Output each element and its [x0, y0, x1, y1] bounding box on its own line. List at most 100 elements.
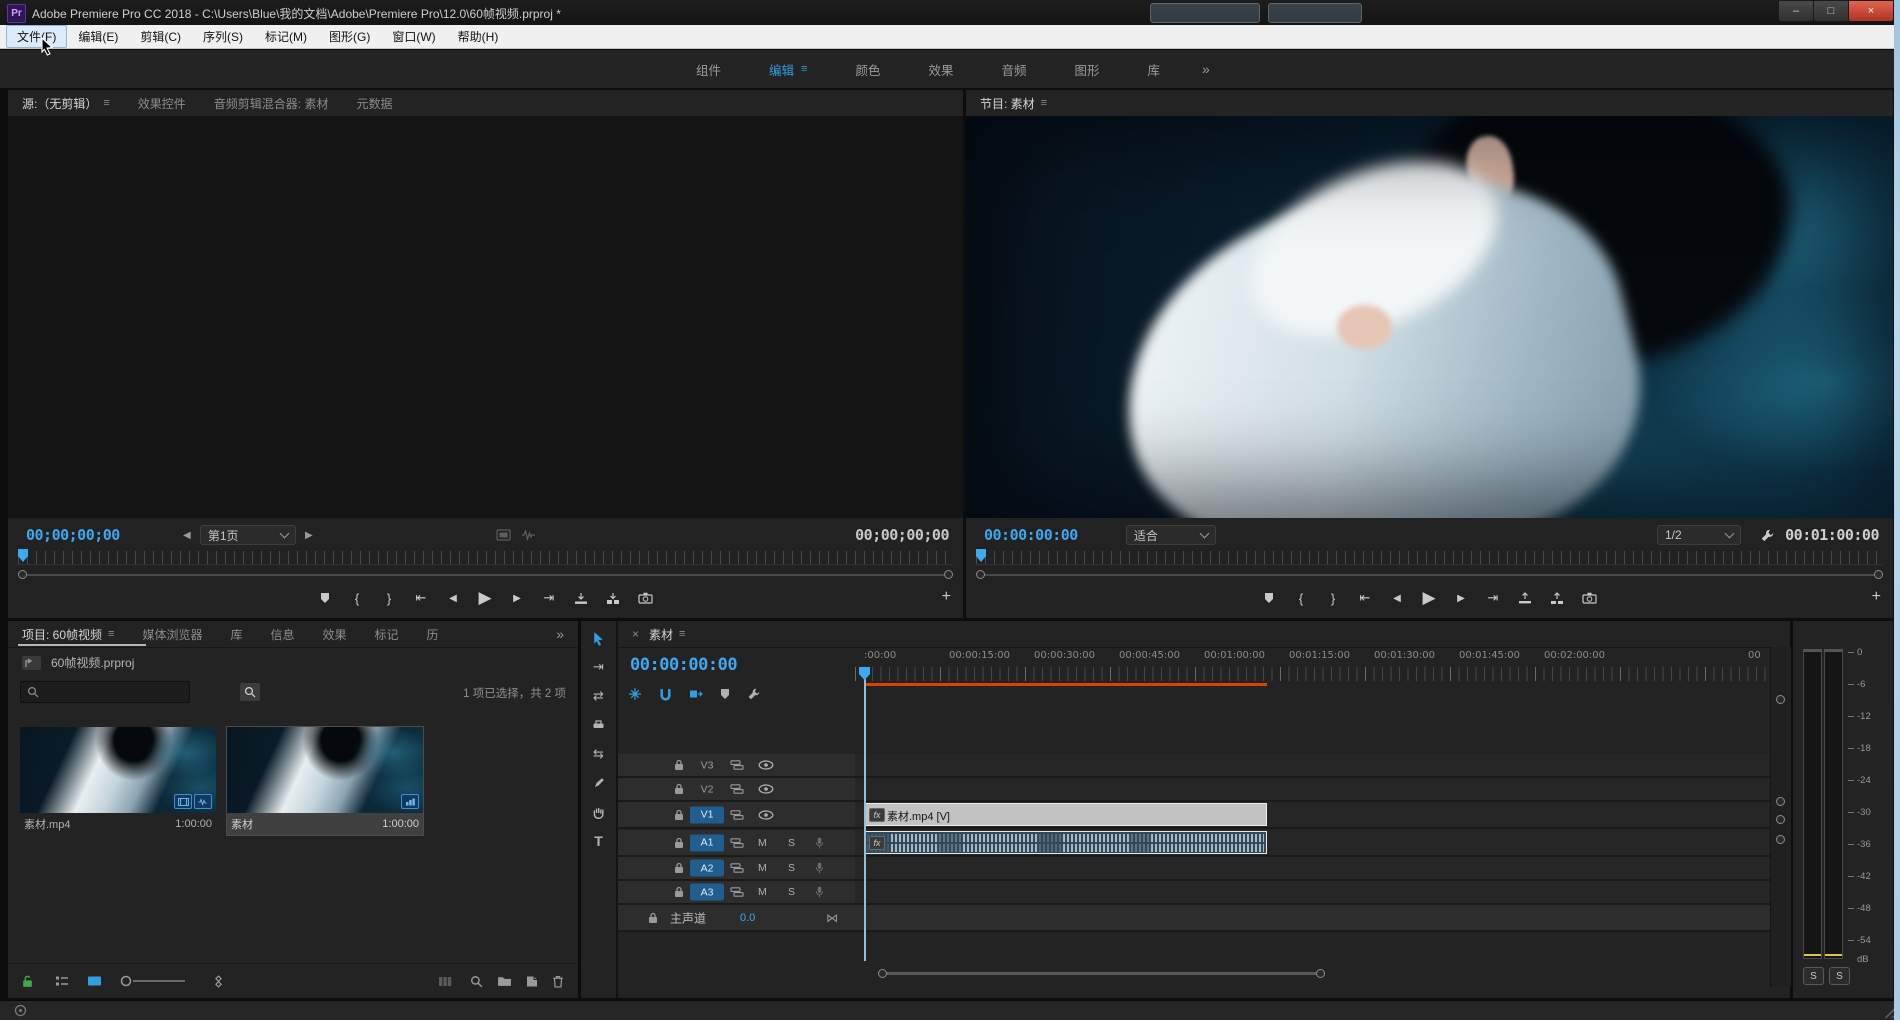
source-playhead[interactable] — [18, 549, 28, 562]
clip-thumbnail[interactable] — [20, 727, 216, 813]
settings-wrench-icon[interactable] — [1760, 528, 1775, 543]
workspace-overflow-chevron-icon[interactable]: » — [1184, 61, 1228, 77]
new-bin-icon[interactable] — [497, 975, 512, 987]
tab-history[interactable]: 历 — [413, 626, 453, 643]
program-scrubber[interactable] — [976, 549, 1883, 565]
project-item-clip[interactable]: 素材.mp4 1:00:00 — [20, 727, 216, 835]
program-playhead[interactable] — [976, 549, 986, 562]
track-lane[interactable] — [855, 754, 1770, 778]
play-icon[interactable]: ▶ — [1422, 588, 1436, 608]
solo-left-button[interactable]: S — [1803, 967, 1824, 985]
track-lane[interactable] — [855, 778, 1770, 802]
workspace-tab-color[interactable]: 颜色 — [831, 60, 904, 79]
timeline-timecode[interactable]: 00:00:00:00 — [630, 655, 738, 675]
panel-overflow-chevron-icon[interactable]: » — [542, 626, 578, 642]
workspace-tab-libraries[interactable]: 库 — [1124, 60, 1185, 79]
sequence-name[interactable]: 素材 — [231, 816, 253, 832]
mute-button[interactable]: M — [758, 862, 767, 874]
timeline-video-clip[interactable]: fx 素材.mp4 [V] — [864, 803, 1267, 826]
drag-audio-icon[interactable] — [521, 529, 536, 541]
drag-video-icon[interactable] — [496, 529, 511, 541]
add-marker-icon[interactable] — [1262, 592, 1276, 604]
source-zoom-bar[interactable] — [18, 570, 953, 580]
mark-out-icon[interactable]: } — [1326, 591, 1340, 606]
page-select[interactable]: 第1页 — [199, 525, 296, 545]
zoom-handle-right[interactable] — [944, 570, 953, 579]
search-bin-icon[interactable] — [240, 683, 260, 701]
track-target-button[interactable]: V1 — [690, 806, 724, 823]
pen-tool-icon[interactable] — [588, 774, 610, 792]
insert-icon[interactable] — [574, 592, 588, 605]
button-editor-icon[interactable]: + — [942, 588, 951, 606]
button-editor-icon[interactable]: + — [1872, 588, 1881, 606]
workspace-menu-icon[interactable]: ≡ — [801, 63, 807, 75]
prev-page-icon[interactable]: ◀ — [180, 530, 194, 541]
lock-icon[interactable] — [674, 837, 684, 849]
voiceover-mic-icon[interactable] — [815, 886, 824, 899]
fit-select[interactable]: 适合 — [1125, 525, 1216, 545]
go-to-in-icon[interactable]: ⇤ — [414, 590, 428, 606]
timeline-horizontal-scrollbar[interactable] — [878, 969, 1325, 978]
menu-graphics[interactable]: 图形(G) — [318, 25, 381, 48]
fx-badge[interactable]: fx — [869, 808, 885, 822]
icon-view-icon[interactable] — [87, 975, 102, 987]
track-header[interactable]: A1 M S — [618, 830, 855, 857]
panel-menu-icon[interactable]: ≡ — [108, 628, 114, 640]
extract-icon[interactable] — [1550, 591, 1564, 605]
sequence-badge-icon[interactable] — [401, 794, 419, 809]
sync-lock-icon[interactable] — [730, 809, 744, 821]
export-frame-icon[interactable] — [1582, 592, 1597, 604]
automate-to-sequence-icon[interactable] — [212, 974, 225, 988]
workspace-tab-editing[interactable]: 编辑 ≡ — [745, 60, 831, 79]
type-tool-icon[interactable]: T — [588, 832, 610, 850]
razor-tool-icon[interactable] — [588, 716, 610, 734]
mark-out-icon[interactable]: } — [382, 591, 396, 606]
delete-trash-icon[interactable] — [552, 975, 564, 988]
voiceover-mic-icon[interactable] — [815, 862, 824, 875]
track-lane[interactable] — [855, 857, 1770, 881]
fx-badge[interactable]: fx — [869, 836, 885, 850]
lock-icon[interactable] — [674, 809, 684, 821]
mark-in-icon[interactable]: { — [1294, 591, 1308, 606]
panel-menu-icon[interactable]: ≡ — [1041, 97, 1047, 109]
lock-icon[interactable] — [674, 759, 684, 771]
menu-marker[interactable]: 标记(M) — [254, 25, 318, 48]
track-target-button[interactable]: A3 — [690, 883, 724, 901]
zoom-handle-left[interactable] — [976, 570, 985, 579]
menu-edit[interactable]: 编辑(E) — [67, 25, 129, 48]
go-to-out-icon[interactable]: ⇥ — [1486, 590, 1500, 606]
tab-effect-controls[interactable]: 效果控件 — [124, 95, 200, 112]
sync-lock-icon[interactable] — [730, 862, 744, 874]
fit-track-bowtie-icon[interactable]: ⋈ — [826, 911, 838, 925]
mute-button[interactable]: M — [758, 886, 767, 898]
master-level-value[interactable]: 0.0 — [740, 912, 755, 924]
sync-lock-icon[interactable] — [730, 759, 744, 771]
workspace-tab-graphics[interactable]: 图形 — [1051, 60, 1124, 79]
tab-metadata[interactable]: 元数据 — [342, 95, 406, 112]
menu-file[interactable]: 文件(F) — [6, 25, 68, 48]
scroll-handle-right[interactable] — [1316, 969, 1325, 978]
menu-help[interactable]: 帮助(H) — [447, 25, 510, 48]
program-timecode[interactable]: 00:00:00:00 — [984, 526, 1078, 544]
tab-libraries[interactable]: 库 — [216, 626, 256, 643]
snap-magnet-icon[interactable] — [659, 688, 672, 701]
timeline-vertical-scrollbar[interactable] — [1770, 647, 1791, 987]
menu-window[interactable]: 窗口(W) — [381, 25, 446, 48]
lock-icon[interactable] — [674, 862, 684, 874]
project-item-sequence[interactable]: 素材 1:00:00 — [226, 726, 424, 836]
new-item-icon[interactable] — [526, 975, 538, 988]
go-to-in-icon[interactable]: ⇤ — [1358, 590, 1372, 606]
timeline-ruler[interactable]: :00:00 00:00:15:00 00:00:30:00 00:00:45:… — [855, 647, 1770, 697]
tab-timeline-sequence[interactable]: 素材 ≡ — [643, 626, 699, 643]
go-to-out-icon[interactable]: ⇥ — [542, 590, 556, 606]
track-visibility-eye-icon[interactable] — [758, 784, 774, 794]
find-icon[interactable] — [470, 975, 483, 988]
track-header[interactable]: V1 — [618, 802, 855, 829]
track-lane[interactable] — [855, 881, 1770, 905]
project-writable-lock-icon[interactable] — [22, 975, 33, 988]
resolution-select[interactable]: 1/2 — [1657, 525, 1741, 545]
tab-source[interactable]: 源:（无剪辑） ≡ — [8, 95, 124, 112]
timeline-audio-clip[interactable]: fx — [864, 831, 1267, 854]
timeline-close-icon[interactable]: × — [618, 627, 643, 641]
solo-button[interactable]: S — [788, 886, 795, 898]
